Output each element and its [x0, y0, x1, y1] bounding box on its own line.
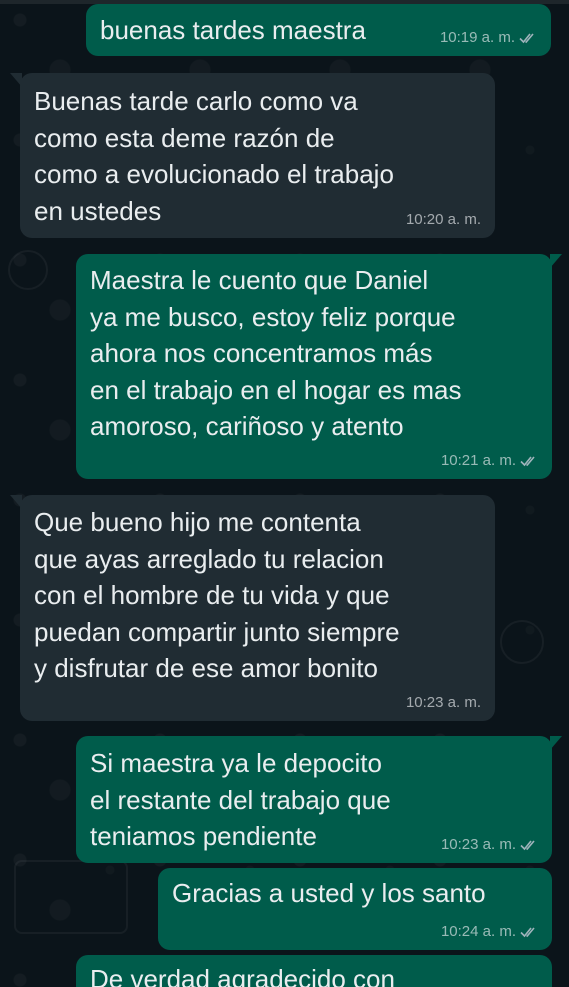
bubble-tail: [10, 73, 22, 87]
message-text: Buenas tarde carlo como va como esta dem…: [34, 86, 394, 226]
double-check-read-icon: [520, 840, 535, 851]
wallpaper-doodle: [14, 860, 128, 934]
outgoing-message-bubble[interactable]: Maestra le cuento que Daniel ya me busco…: [76, 254, 562, 479]
message-text: De verdad agradecido con: [90, 964, 395, 987]
message-meta: 10:20 a. m.: [406, 211, 481, 229]
double-check-read-icon: [519, 33, 534, 44]
message-time: 10:24 a. m.: [440, 923, 516, 940]
bubble-tail: [550, 254, 562, 268]
bubble-tail: [10, 495, 22, 509]
message-meta: 10:23 a. m.: [441, 836, 538, 854]
message-meta: 10:21 a. m.: [441, 452, 538, 470]
message-time: 10:21 a. m.: [440, 452, 516, 469]
bubble-tail: [550, 736, 562, 750]
outgoing-message-bubble[interactable]: De verdad agradecido con: [76, 955, 552, 987]
incoming-message-bubble[interactable]: Buenas tarde carlo como va como esta dem…: [10, 73, 495, 238]
message-text: Que bueno hijo me contenta que ayas arre…: [34, 507, 400, 683]
outgoing-message-bubble[interactable]: Gracias a usted y los santo 10:24 a. m.: [158, 868, 552, 950]
message-time: 10:23 a. m.: [440, 836, 516, 853]
outgoing-message-bubble[interactable]: buenas tardes maestra 10:19 a. m.: [86, 4, 551, 56]
double-check-read-icon: [520, 456, 535, 467]
chat-conversation[interactable]: buenas tardes maestra 10:19 a. m. Buenas…: [0, 0, 569, 987]
message-text: Gracias a usted y los santo: [172, 878, 486, 908]
message-time: 10:20 a. m.: [405, 211, 481, 228]
message-meta: 10:19 a. m.: [440, 29, 537, 47]
message-meta: 10:23 a. m.: [406, 694, 481, 712]
wallpaper-doodle: [500, 620, 544, 664]
message-time: 10:23 a. m.: [405, 694, 481, 711]
double-check-read-icon: [520, 927, 535, 938]
incoming-message-bubble[interactable]: Que bueno hijo me contenta que ayas arre…: [10, 495, 495, 721]
message-time: 10:19 a. m.: [439, 29, 515, 46]
outgoing-message-bubble[interactable]: Si maestra ya le depocito el restante de…: [76, 736, 562, 863]
message-text: Maestra le cuento que Daniel ya me busco…: [90, 265, 462, 441]
message-meta: 10:24 a. m.: [441, 923, 538, 941]
wallpaper-doodle: [8, 250, 48, 290]
